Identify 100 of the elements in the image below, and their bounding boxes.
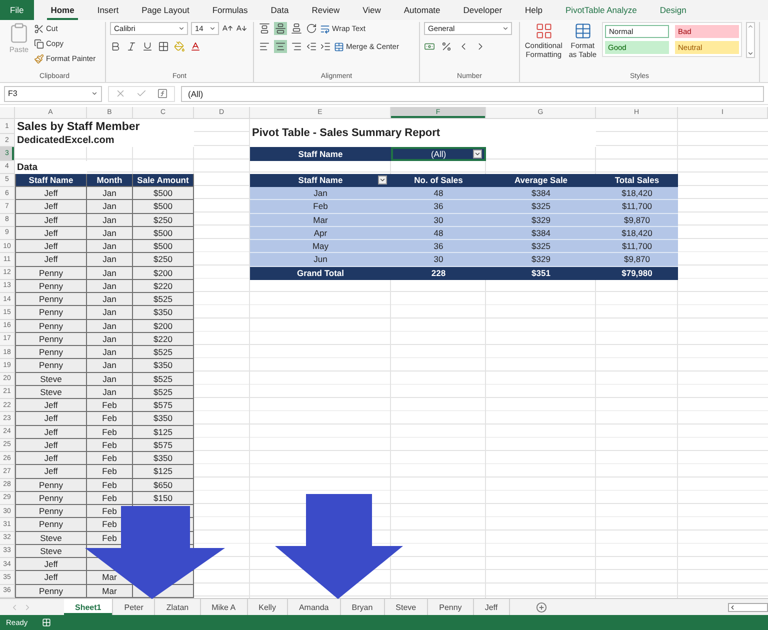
table-cell: Jan <box>87 306 133 320</box>
pivot-header: No. of Sales <box>391 174 486 187</box>
pivot-header[interactable]: Staff Name <box>250 174 391 187</box>
pivot-cell: $11,700 <box>596 240 678 254</box>
table-cell: Jeff <box>15 399 87 412</box>
wrap-text-icon <box>320 24 330 34</box>
table-cell: Jeff <box>15 187 87 200</box>
down-arrow-icon <box>275 494 403 599</box>
sheet-title: Sales by Staff Member <box>15 119 194 134</box>
scroll-down-icon[interactable] <box>747 50 754 57</box>
middle-align-icon[interactable] <box>275 23 286 34</box>
merge-cells-icon <box>334 42 344 52</box>
caret-icon <box>379 176 386 184</box>
table-cell: Feb <box>87 399 133 412</box>
table-cell: Jeff <box>15 412 87 426</box>
table-cell: Jeff <box>15 214 87 227</box>
pivot-cell: $384 <box>486 187 596 200</box>
table-cell: Jan <box>87 226 133 240</box>
fill-color-icon[interactable] <box>174 41 185 52</box>
horizontal-scrollbar[interactable] <box>728 602 768 612</box>
table-cell: Mar <box>87 584 133 598</box>
table-cell: Feb <box>87 426 133 439</box>
table-cell: $575 <box>133 399 194 412</box>
filter-button[interactable] <box>378 176 387 185</box>
ribbon-tab[interactable]: Home <box>46 0 78 20</box>
ribbon-tab[interactable]: Formulas <box>208 0 252 20</box>
table-cell: Penny <box>15 478 87 492</box>
scissors-icon <box>34 24 44 34</box>
table-cell: Jan <box>87 359 133 372</box>
ribbon-tab[interactable]: View <box>358 0 385 20</box>
align-left-icon[interactable] <box>259 41 270 52</box>
insert-function-icon[interactable] <box>157 88 168 99</box>
pivot-cell: 36 <box>391 200 486 214</box>
table-cell: Jeff <box>15 465 87 478</box>
table-cell: Penny <box>15 306 87 320</box>
borders-icon[interactable] <box>158 41 169 52</box>
table-cell: $500 <box>133 187 194 200</box>
grand-total-cell: 228 <box>391 266 486 280</box>
ribbon-tab[interactable]: Review <box>308 0 344 20</box>
copy-icon <box>34 38 44 48</box>
ribbon-tab[interactable]: Page Layout <box>138 0 194 20</box>
font-color-icon[interactable] <box>190 41 201 52</box>
pivot-cell: 30 <box>391 253 486 266</box>
ribbon-tab[interactable]: File <box>0 0 34 20</box>
table-cell: $575 <box>133 438 194 452</box>
table-cell: Jeff <box>15 426 87 439</box>
table-cell: $250 <box>133 214 194 227</box>
table-cell: Steve <box>15 532 87 545</box>
pivot-cell: 48 <box>391 226 486 240</box>
align-right-icon[interactable] <box>291 41 302 52</box>
dropdown-icon <box>178 25 185 32</box>
percent-icon[interactable] <box>441 41 452 52</box>
name-box[interactable]: F3 <box>4 86 102 102</box>
bold-icon[interactable] <box>110 41 121 52</box>
scroll-left-icon[interactable] <box>729 604 736 610</box>
pivot-cell: $9,870 <box>596 214 678 227</box>
align-center-icon[interactable] <box>275 41 286 52</box>
paintbrush-icon <box>34 54 44 64</box>
table-cell: Penny <box>15 266 87 280</box>
bottom-align-icon[interactable] <box>291 23 302 34</box>
orientation-icon[interactable] <box>306 23 317 34</box>
table-cell: Jan <box>87 372 133 386</box>
table-cell: $500 <box>133 200 194 214</box>
formula-field[interactable]: (All) <box>181 86 764 102</box>
pivot-cell: Jun <box>250 253 391 266</box>
increase-indent-icon[interactable] <box>320 41 331 52</box>
dropdown-button[interactable] <box>473 149 482 158</box>
table-cell: Feb <box>87 452 133 466</box>
underline-icon[interactable] <box>142 41 153 52</box>
add-sheet-icon[interactable] <box>536 602 547 612</box>
ribbon-tab[interactable]: Design <box>656 0 690 20</box>
ribbon-tab[interactable]: Automate <box>400 0 444 20</box>
ribbon-tab[interactable]: Data <box>266 0 293 20</box>
sheet-tab[interactable]: Sheet1 <box>64 599 114 615</box>
ribbon-tab[interactable]: Help <box>521 0 547 20</box>
table-cell: Jan <box>87 386 133 399</box>
table-cell: $350 <box>133 452 194 466</box>
table-cell: Penny <box>15 359 87 372</box>
table-cell: Jan <box>87 266 133 280</box>
section-label: Data <box>15 160 87 174</box>
ribbon-tab[interactable]: Insert <box>93 0 123 20</box>
table-cell: $500 <box>133 226 194 240</box>
table-cell: $200 <box>133 266 194 280</box>
table-cell: Penny <box>15 293 87 306</box>
italic-icon[interactable] <box>126 41 137 52</box>
filter-dropdown[interactable]: (All) <box>391 147 486 160</box>
ribbon-tab[interactable]: Developer <box>459 0 506 20</box>
table-cell: Penny <box>15 346 87 360</box>
table-cell: Jeff <box>15 452 87 466</box>
caret-icon <box>474 150 481 158</box>
table-cell: Jan <box>87 253 133 266</box>
decrease-indent-icon[interactable] <box>306 41 317 52</box>
ribbon-tab[interactable]: PivotTable Analyze <box>562 0 641 20</box>
table-cell: $650 <box>133 478 194 492</box>
table-cell: Feb <box>87 412 133 426</box>
scroll-up-icon[interactable] <box>747 23 754 30</box>
top-align-icon[interactable] <box>259 23 270 34</box>
currency-icon[interactable] <box>424 41 435 52</box>
filter-label: Staff Name <box>250 147 391 160</box>
pivot-cell: $325 <box>486 200 596 214</box>
